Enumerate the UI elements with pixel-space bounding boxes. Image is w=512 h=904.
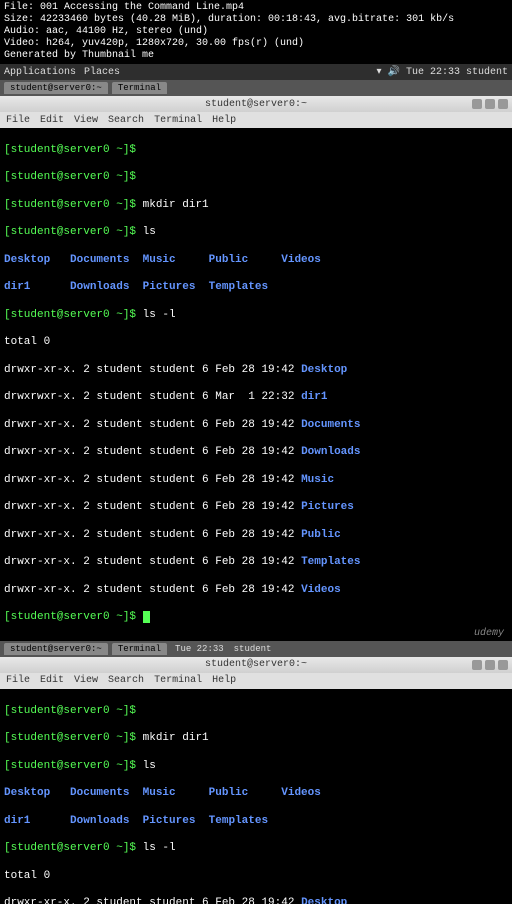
- menu-search[interactable]: Search: [108, 675, 144, 686]
- tab-terminal-1[interactable]: student@server0:~: [4, 643, 108, 655]
- menu-edit[interactable]: Edit: [40, 675, 64, 686]
- pane-2: student@server0:~ Terminal Tue 22:33 stu…: [0, 641, 512, 904]
- clock[interactable]: Tue 22:33: [175, 644, 224, 654]
- menu-view[interactable]: View: [74, 675, 98, 686]
- menu-file[interactable]: File: [6, 115, 30, 126]
- window-titlebar[interactable]: student@server0:~: [0, 657, 512, 673]
- close-icon[interactable]: [498, 660, 508, 670]
- gnome-topbar[interactable]: Applications Places ▾ 🔊 Tue 22:33 studen…: [0, 64, 512, 80]
- menu-search[interactable]: Search: [108, 115, 144, 126]
- user-menu[interactable]: student: [466, 67, 508, 78]
- menu-help[interactable]: Help: [212, 115, 236, 126]
- tab-terminal-2[interactable]: Terminal: [112, 643, 167, 655]
- window-titlebar[interactable]: student@server0:~: [0, 96, 512, 112]
- maximize-icon[interactable]: [485, 660, 495, 670]
- terminal-2[interactable]: [student@server0 ~]$ [student@server0 ~]…: [0, 689, 512, 904]
- meta-audio: Audio: aac, 44100 Hz, stereo (und): [4, 26, 508, 38]
- prompt: [student@server0 ~]$: [4, 144, 136, 156]
- meta-video: Video: h264, yuv420p, 1280x720, 30.00 fp…: [4, 38, 508, 50]
- menu-file[interactable]: File: [6, 675, 30, 686]
- menubar: File Edit View Search Terminal Help: [0, 112, 512, 128]
- menu-help[interactable]: Help: [212, 675, 236, 686]
- network-icon[interactable]: ▾: [376, 66, 381, 78]
- ls-output: Desktop Documents Music Public Videos: [4, 254, 321, 266]
- menu-view[interactable]: View: [74, 115, 98, 126]
- volume-icon[interactable]: 🔊: [388, 66, 400, 78]
- clock[interactable]: Tue 22:33: [406, 67, 460, 78]
- prompt: [student@server0 ~]$: [4, 226, 136, 238]
- prompt: [student@server0 ~]$: [4, 199, 136, 211]
- pane-1: Applications Places ▾ 🔊 Tue 22:33 studen…: [0, 64, 512, 641]
- window-tabs: student@server0:~ Terminal Tue 22:33 stu…: [0, 641, 512, 657]
- menu-terminal[interactable]: Terminal: [154, 115, 202, 126]
- prompt: [student@server0 ~]$: [4, 611, 136, 623]
- meta-file: File: 001 Accessing the Command Line.mp4: [4, 2, 508, 14]
- window-tabs: student@server0:~ Terminal: [0, 80, 512, 96]
- menubar: File Edit View Search Terminal Help: [0, 673, 512, 689]
- maximize-icon[interactable]: [485, 99, 495, 109]
- minimize-icon[interactable]: [472, 660, 482, 670]
- menu-edit[interactable]: Edit: [40, 115, 64, 126]
- terminal-1[interactable]: [student@server0 ~]$ [student@server0 ~]…: [0, 128, 512, 641]
- prompt: [student@server0 ~]$: [4, 309, 136, 321]
- meta-gen: Generated by Thumbnail me: [4, 50, 508, 62]
- user-menu[interactable]: student: [234, 644, 272, 654]
- udemy-watermark: udemy: [474, 628, 504, 639]
- tab-terminal-2[interactable]: Terminal: [112, 82, 167, 94]
- meta-size: Size: 42233460 bytes (40.28 MiB), durati…: [4, 14, 508, 26]
- prompt: [student@server0 ~]$: [4, 171, 136, 183]
- menu-applications[interactable]: Applications: [4, 67, 76, 78]
- minimize-icon[interactable]: [472, 99, 482, 109]
- close-icon[interactable]: [498, 99, 508, 109]
- tab-terminal-1[interactable]: student@server0:~: [4, 82, 108, 94]
- video-metadata: File: 001 Accessing the Command Line.mp4…: [0, 0, 512, 64]
- cursor-icon: [143, 611, 150, 623]
- window-title: student@server0:~: [205, 659, 307, 670]
- window-title: student@server0:~: [205, 99, 307, 110]
- menu-terminal[interactable]: Terminal: [154, 675, 202, 686]
- menu-places[interactable]: Places: [84, 67, 120, 78]
